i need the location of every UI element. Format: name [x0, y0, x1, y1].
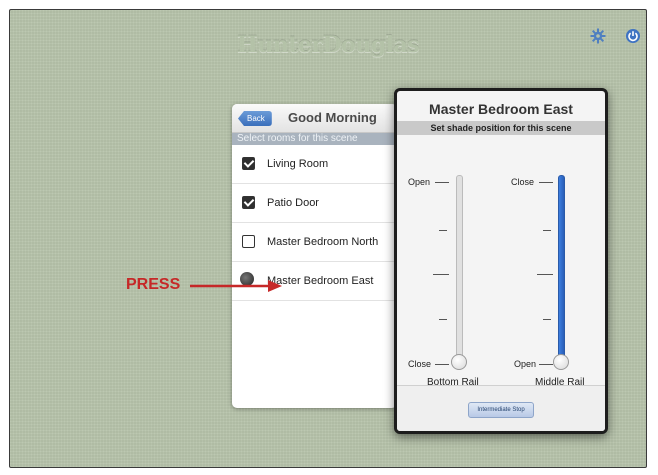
checkbox-living-room[interactable] [242, 157, 255, 170]
tick-mark [433, 274, 449, 275]
tick-mark [539, 364, 553, 365]
bottom-rail-track[interactable] [456, 175, 463, 363]
tick-mark [543, 319, 551, 320]
shade-position-dialog: Master Bedroom East Set shade position f… [394, 88, 608, 434]
room-label: Living Room [267, 158, 329, 170]
room-label: Master Bedroom North [267, 236, 379, 248]
gear-icon[interactable] [590, 28, 606, 44]
room-row-living-room[interactable]: Living Room [232, 145, 397, 184]
room-row-master-bedroom-north[interactable]: Master Bedroom North [232, 223, 397, 262]
middle-rail-top-label: Close [511, 177, 535, 187]
slider-area: Open Close Bottom Rail Close Open Middle… [397, 131, 605, 388]
brand-logo: HunterDouglas [236, 32, 420, 58]
tick-mark [439, 319, 447, 320]
tick-mark [435, 364, 449, 365]
tick-mark [439, 230, 447, 231]
checkbox-patio-door[interactable] [242, 196, 255, 209]
scene-instruction: Select rooms for this scene [232, 133, 397, 145]
press-annotation-label: PRESS [126, 276, 181, 293]
bottom-rail-top-label: Open [408, 177, 431, 187]
middle-rail-slider-knob[interactable] [553, 354, 569, 370]
room-row-patio-door[interactable]: Patio Door [232, 184, 397, 223]
intermediate-stop-button[interactable]: Intermediate Stop [468, 402, 534, 418]
press-arrow-icon [190, 280, 282, 292]
room-label: Patio Door [267, 197, 319, 209]
middle-rail-track[interactable] [558, 175, 565, 363]
tick-mark [539, 182, 553, 183]
scene-header: Back Good Morning [232, 104, 397, 133]
tick-mark [537, 274, 553, 275]
back-button[interactable]: Back [238, 111, 272, 126]
tick-mark [435, 182, 449, 183]
room-label: Master Bedroom East [267, 275, 374, 287]
bottom-rail-slider-knob[interactable] [451, 354, 467, 370]
power-icon[interactable] [625, 28, 641, 44]
dialog-title: Master Bedroom East [429, 101, 573, 117]
dialog-footer: Intermediate Stop [397, 385, 605, 431]
scene-rooms-panel: Back Good Morning Select rooms for this … [232, 104, 397, 408]
app-frame: HunterDouglas Back Good Morning Select r… [9, 9, 647, 468]
checkbox-master-bedroom-north[interactable] [242, 235, 255, 248]
bottom-rail-bottom-label: Close [408, 359, 432, 369]
scene-title: Good Morning [288, 110, 377, 125]
middle-rail-bottom-label: Open [514, 359, 537, 369]
tick-mark [543, 230, 551, 231]
